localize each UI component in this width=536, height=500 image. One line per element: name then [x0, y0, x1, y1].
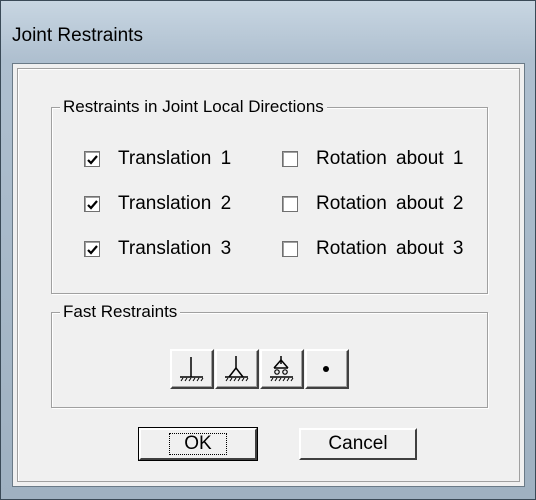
pinned-support-button[interactable] [215, 349, 259, 389]
checkmark-icon [87, 200, 98, 210]
checkbox-rotation-2-label: Rotation about 2 [316, 193, 464, 214]
restraints-group-label: Restraints in Joint Local Directions [60, 96, 327, 118]
checkmark-icon [87, 245, 98, 255]
roller-support-icon [270, 356, 294, 382]
checkbox-rotation-3-box[interactable] [282, 241, 298, 257]
checkbox-rotation-2[interactable]: Rotation about 2 [282, 193, 463, 215]
checkbox-translation-1[interactable]: Translation 1 [84, 148, 231, 170]
checkbox-translation-1-box[interactable] [84, 151, 100, 167]
checkbox-rotation-1[interactable]: Rotation about 1 [282, 148, 463, 170]
roller-support-button[interactable] [260, 349, 304, 389]
fixed-support-button[interactable] [170, 349, 214, 389]
free-joint-button[interactable] [305, 349, 349, 389]
checkmark-icon [87, 155, 98, 165]
checkbox-rotation-3[interactable]: Rotation about 3 [282, 238, 463, 260]
checkbox-translation-3-box[interactable] [84, 241, 100, 257]
checkbox-translation-2[interactable]: Translation 2 [84, 193, 231, 215]
title-bar[interactable]: Joint Restraints [1, 1, 535, 61]
window-title: Joint Restraints [12, 25, 143, 46]
dialog-client-area: Restraints in Joint Local Directions Tra… [12, 63, 525, 487]
cancel-button-label: Cancel [328, 433, 388, 454]
ok-button-label: OK [169, 433, 227, 455]
checkbox-rotation-3-label: Rotation about 3 [316, 238, 464, 259]
restraints-groupbox: Restraints in Joint Local Directions Tra… [51, 96, 488, 294]
free-joint-icon [323, 366, 329, 372]
fixed-support-icon [180, 357, 204, 382]
checkbox-rotation-1-label: Rotation about 1 [316, 148, 464, 169]
cancel-button[interactable]: Cancel [299, 428, 417, 460]
checkbox-rotation-1-box[interactable] [282, 151, 298, 167]
fast-restraints-group-label: Fast Restraints [60, 301, 181, 323]
checkbox-translation-3[interactable]: Translation 3 [84, 238, 231, 260]
checkbox-translation-3-label: Translation 3 [118, 238, 232, 259]
joint-restraints-window: Joint Restraints Restraints in Joint Loc… [0, 0, 536, 500]
checkbox-rotation-2-box[interactable] [282, 196, 298, 212]
checkbox-translation-2-box[interactable] [84, 196, 100, 212]
ok-button[interactable]: OK [138, 427, 258, 461]
pinned-support-icon [225, 356, 249, 382]
checkbox-translation-1-label: Translation 1 [118, 148, 232, 169]
fast-restraints-groupbox: Fast Restraints [51, 301, 488, 408]
checkbox-translation-2-label: Translation 2 [118, 193, 232, 214]
